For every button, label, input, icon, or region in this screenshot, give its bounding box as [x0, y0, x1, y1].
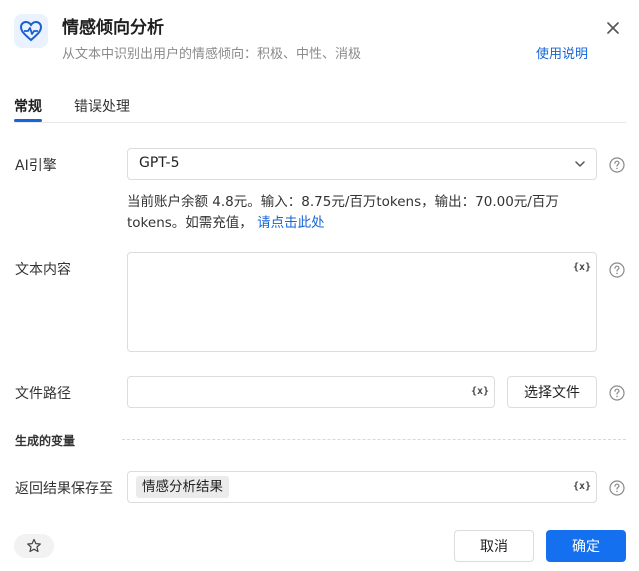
file-path-input[interactable]: {x}	[127, 376, 495, 408]
insert-variable-button[interactable]: {x}	[573, 481, 591, 492]
ai-engine-value: GPT-5	[139, 155, 180, 171]
tab-error-handling[interactable]: 错误处理	[74, 96, 130, 116]
tab-general[interactable]: 常规	[14, 96, 42, 122]
close-button[interactable]	[601, 16, 625, 40]
recharge-link[interactable]: 请点击此处	[257, 215, 325, 231]
star-icon	[27, 538, 41, 553]
generated-variables-title: 生成的变量	[15, 434, 76, 448]
result-save-label: 返回结果保存至	[15, 481, 113, 497]
result-variable-input[interactable]: 情感分析结果 {x}	[127, 471, 597, 503]
result-variable-tag[interactable]: 情感分析结果	[136, 476, 229, 498]
insert-variable-button[interactable]: {x}	[573, 262, 591, 273]
choose-file-button[interactable]: 选择文件	[507, 376, 597, 408]
text-content-label: 文本内容	[15, 262, 71, 278]
page-subtitle: 从文本中识别出用户的情感倾向：积极、中性、消极	[62, 47, 362, 62]
help-question-icon[interactable]	[609, 262, 625, 278]
section-divider	[122, 439, 626, 440]
account-balance-info: 当前账户余额 4.8元。输入：8.75元/百万tokens，输出：70.00元/…	[127, 192, 577, 234]
tab-bar: 常规 错误处理	[14, 96, 626, 123]
ai-engine-select[interactable]: GPT-5	[127, 148, 597, 180]
help-link[interactable]: 使用说明	[536, 43, 588, 62]
close-icon	[607, 22, 619, 34]
help-question-icon[interactable]	[609, 385, 625, 401]
account-info-text: 当前账户余额 4.8元。输入：8.75元/百万tokens，输出：70.00元/…	[127, 194, 559, 231]
file-path-label: 文件路径	[15, 386, 71, 402]
text-content-textarea[interactable]: {x}	[127, 252, 597, 352]
help-question-icon[interactable]	[609, 480, 625, 496]
page-title: 情感倾向分析	[62, 18, 164, 38]
confirm-button[interactable]: 确定	[546, 530, 626, 562]
insert-variable-button[interactable]: {x}	[471, 386, 489, 397]
chevron-down-icon	[575, 161, 585, 167]
cancel-button[interactable]: 取消	[454, 530, 534, 562]
favorite-button[interactable]	[14, 534, 54, 558]
heart-pulse-icon	[14, 14, 48, 48]
help-question-icon[interactable]	[609, 157, 625, 173]
ai-engine-label: AI引擎	[15, 158, 57, 174]
